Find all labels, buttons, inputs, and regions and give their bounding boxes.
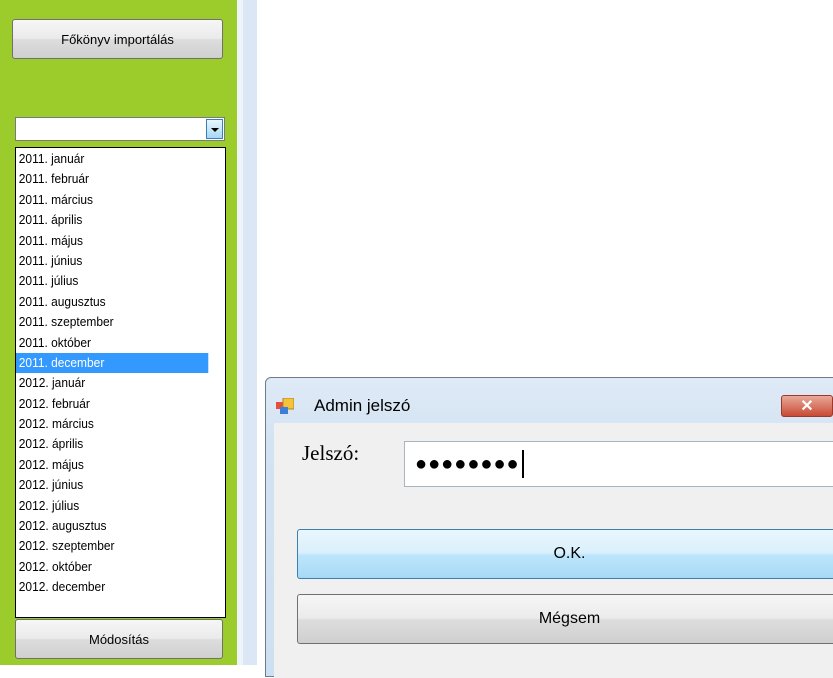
splitter-bar[interactable] [243, 0, 257, 665]
dropdown-item[interactable]: 2011. december [16, 352, 209, 374]
left-panel: Főkönyv importálás 2011. január 2011. feb… [0, 0, 237, 665]
dropdown-item[interactable]: 2011. október [16, 333, 208, 353]
period-combobox[interactable] [15, 117, 225, 141]
password-label: Jelszó: [302, 441, 360, 465]
ok-button[interactable]: O.K. [297, 529, 833, 579]
dropdown-item[interactable]: 2012. január [16, 373, 208, 393]
dropdown-item[interactable]: 2011. június [16, 251, 208, 271]
password-value: ●●●●●●●● [415, 452, 520, 475]
chevron-down-icon[interactable] [206, 119, 223, 139]
dropdown-item[interactable]: 2011. január [16, 149, 208, 169]
admin-password-dialog: Admin jelszó ✕ Jelszó: ●●●●●●●● O.K. Még… [265, 377, 833, 678]
period-dropdown-list[interactable]: 2011. január 2011. február 2011. március 20… [15, 147, 226, 618]
app-icon [276, 398, 294, 414]
dropdown-item[interactable]: 2012. október [16, 557, 208, 577]
dropdown-item[interactable]: 2012. december [16, 577, 208, 597]
cancel-button[interactable]: Mégsem [297, 594, 833, 644]
dropdown-item[interactable]: 2012. február [16, 394, 208, 414]
dropdown-item[interactable]: 2012. augusztus [16, 516, 208, 536]
dropdown-item[interactable]: 2011. május [16, 231, 208, 251]
text-caret [521, 450, 524, 478]
dropdown-item[interactable]: 2012. április [16, 434, 208, 454]
dropdown-item[interactable]: 2012. június [16, 475, 208, 495]
dropdown-item[interactable]: 2011. április [16, 210, 208, 230]
dialog-client-area: Jelszó: ●●●●●●●● O.K. Mégsem [274, 423, 833, 678]
dropdown-item[interactable]: 2011. augusztus [16, 292, 208, 312]
dropdown-item[interactable]: 2012. március [16, 414, 208, 434]
dropdown-item[interactable]: 2011. július [16, 271, 208, 291]
dropdown-item[interactable]: 2012. július [16, 496, 208, 516]
dialog-title: Admin jelszó [314, 396, 411, 415]
dropdown-item[interactable]: 2011. február [16, 169, 208, 189]
password-field[interactable]: ●●●●●●●● [404, 441, 833, 487]
dropdown-item[interactable]: 2012. szeptember [16, 536, 208, 556]
import-ledger-button[interactable]: Főkönyv importálás [12, 19, 223, 59]
dropdown-item[interactable]: 2012. május [16, 455, 208, 475]
dropdown-item[interactable]: 2011. március [16, 190, 208, 210]
close-button[interactable]: ✕ [781, 395, 833, 417]
dropdown-item[interactable]: 2011. szeptember [16, 312, 208, 332]
modify-button[interactable]: Módosítás [15, 619, 223, 659]
close-icon: ✕ [800, 398, 814, 415]
